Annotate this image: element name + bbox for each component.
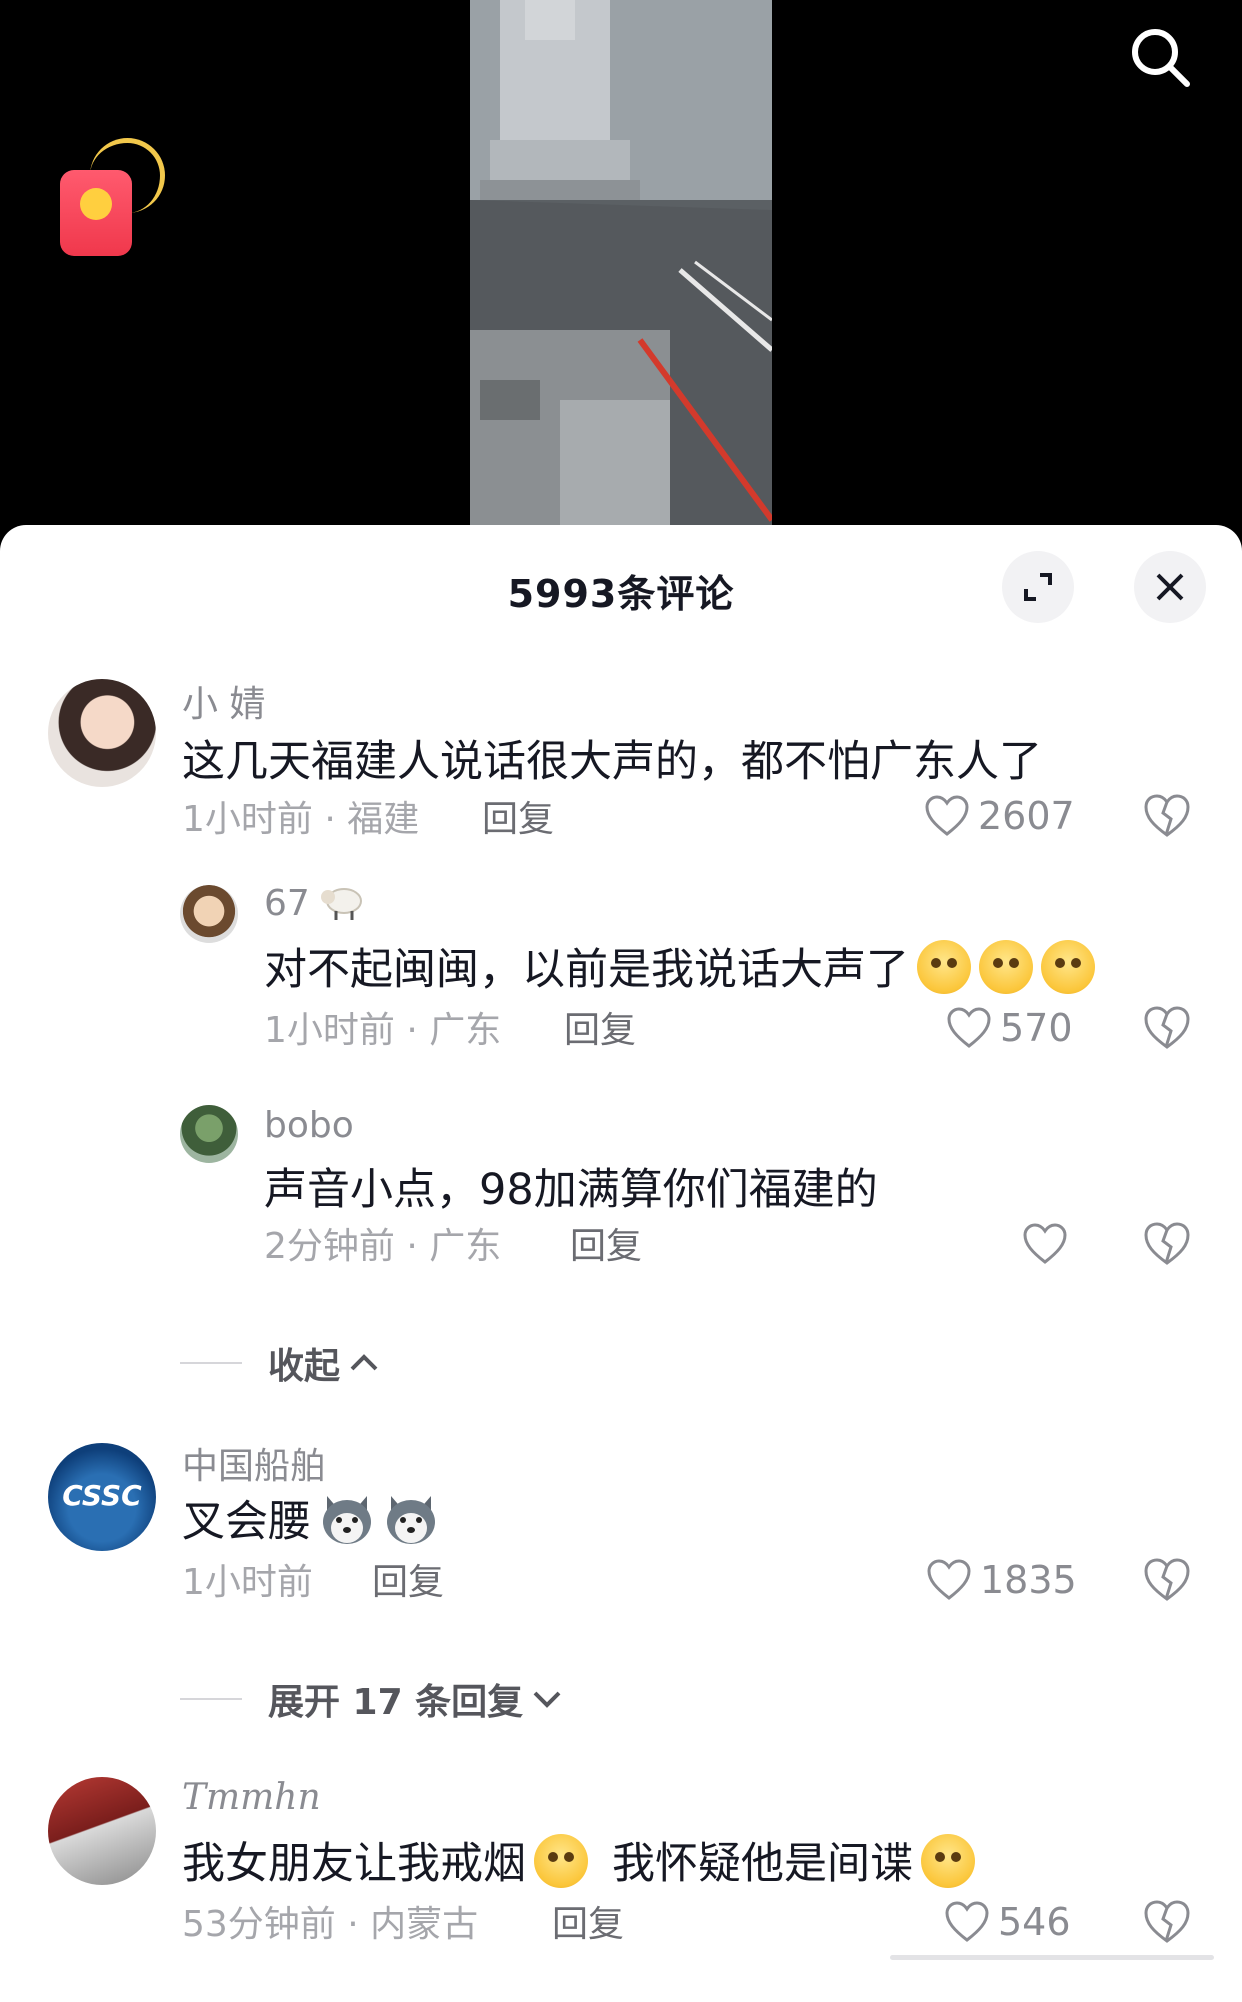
avatar[interactable] (48, 1777, 156, 1885)
comment-text[interactable]: 声音小点，98加满算你们福建的 (264, 1155, 878, 1217)
comment-author[interactable]: Tmmhn (182, 1777, 321, 1818)
broken-heart-icon[interactable] (1142, 1219, 1192, 1269)
comment-meta: 53分钟前 · 内蒙古 (182, 1904, 479, 1945)
flushed-emoji (917, 940, 971, 994)
broken-heart-icon[interactable] (1142, 1555, 1192, 1605)
avatar-logo-text: CSSC (62, 1479, 142, 1512)
heart-icon (925, 795, 969, 836)
video-preview[interactable] (470, 0, 772, 540)
like-count: 1835 (980, 1558, 1077, 1602)
broken-heart-icon[interactable] (1142, 1897, 1192, 1947)
comment-author[interactable]: bobo (264, 1105, 354, 1146)
comment-author[interactable]: 67 (264, 883, 364, 924)
close-icon (1156, 573, 1184, 601)
comment-author[interactable]: 中国船舶 (182, 1437, 326, 1489)
like-button[interactable]: 546 (944, 1897, 1071, 1947)
heart-icon (945, 1901, 989, 1942)
expand-button[interactable] (1002, 551, 1074, 623)
collapse-replies-button[interactable]: 收起 (180, 1337, 382, 1389)
sheep-emoji (320, 883, 364, 921)
comment-text[interactable]: 对不起闽闽，以前是我说话大声了 (264, 935, 1095, 997)
home-indicator (890, 1955, 1214, 1960)
like-button[interactable]: 570 (946, 1003, 1073, 1053)
reply-button[interactable]: 回复 (482, 790, 554, 842)
husky-emoji (383, 1492, 439, 1546)
divider-line (180, 1698, 242, 1700)
reply-button[interactable]: 回复 (372, 1553, 444, 1605)
pleading-emoji (921, 1834, 975, 1888)
expand-icon (1024, 573, 1052, 601)
comment-meta: 1小时前 · 广东 (264, 1010, 502, 1051)
expand-replies-button[interactable]: 展开 17 条回复 (180, 1673, 565, 1725)
comment-sheet: 5993条评论 小 婧 这几天福建人说话很大声的，都不怕广东人了 1小时前 · … (0, 525, 1242, 2002)
red-packet-icon[interactable] (60, 170, 132, 256)
heart-icon (1023, 1223, 1067, 1264)
comment-meta: 2分钟前 · 广东 (264, 1226, 502, 1267)
like-count: 546 (998, 1900, 1071, 1944)
heart-icon (927, 1559, 971, 1600)
divider-line (180, 1362, 242, 1364)
reply-button[interactable]: 回复 (552, 1895, 624, 1947)
flushed-emoji (1041, 940, 1095, 994)
carrier-image (470, 0, 772, 540)
video-area[interactable] (0, 0, 1242, 540)
flushed-emoji (979, 940, 1033, 994)
expand-replies-label: 展开 17 条回复 (268, 1682, 524, 1723)
like-button[interactable]: 1835 (926, 1555, 1077, 1605)
chevron-down-icon (533, 1691, 561, 1708)
close-button[interactable] (1134, 551, 1206, 623)
husky-emoji (319, 1492, 375, 1546)
like-button[interactable] (1022, 1219, 1068, 1269)
comment-meta: 1小时前 (182, 1562, 313, 1603)
avatar[interactable] (180, 1105, 238, 1163)
broken-heart-icon[interactable] (1142, 1003, 1192, 1053)
collapse-label: 收起 (268, 1346, 341, 1387)
reply-button[interactable]: 回复 (570, 1217, 642, 1269)
comment-text[interactable]: 叉会腰 (182, 1487, 439, 1549)
chevron-up-icon (350, 1354, 378, 1371)
like-button[interactable]: 2607 (924, 791, 1075, 841)
comment-meta: 1小时前 · 福建 (182, 799, 420, 840)
like-count: 570 (1000, 1006, 1073, 1050)
comment-author[interactable]: 小 婧 (182, 675, 265, 727)
avatar[interactable] (180, 885, 238, 943)
reply-button[interactable]: 回复 (564, 1001, 636, 1053)
like-count: 2607 (978, 794, 1075, 838)
search-icon[interactable] (1125, 22, 1195, 92)
avatar[interactable]: CSSC (48, 1443, 156, 1551)
heart-icon (947, 1007, 991, 1048)
comment-text[interactable]: 我女朋友让我戒烟 我怀疑他是间谍 (182, 1829, 975, 1891)
broken-heart-icon[interactable] (1142, 791, 1192, 841)
comment-text[interactable]: 这几天福建人说话很大声的，都不怕广东人了 (182, 727, 1042, 789)
avatar[interactable] (48, 679, 156, 787)
pleading-emoji (534, 1834, 588, 1888)
